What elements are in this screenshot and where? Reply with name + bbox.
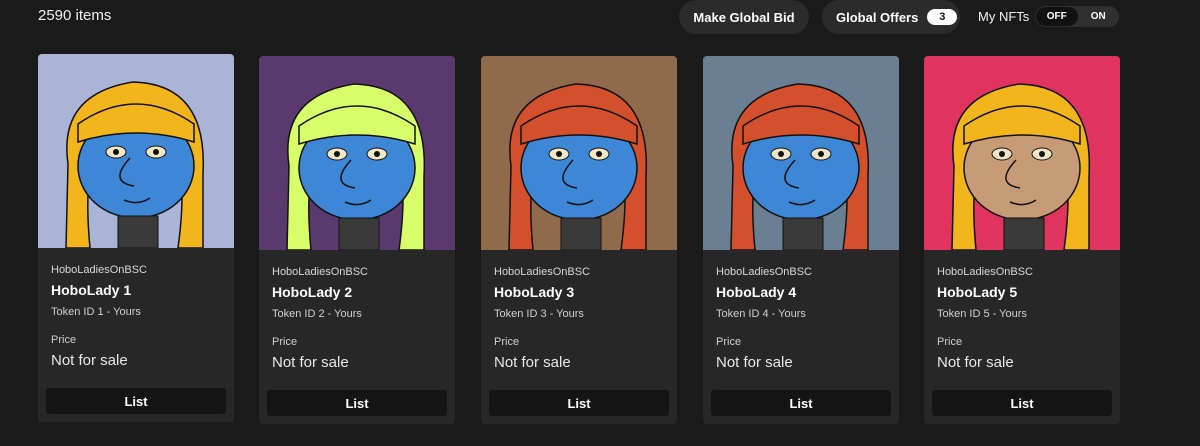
my-nfts-label: My NFTs — [978, 9, 1030, 24]
token-id: Token ID 3 - Yours — [494, 308, 584, 320]
global-offers-label: Global Offers — [836, 9, 919, 25]
nft-image[interactable] — [38, 54, 234, 248]
toggle-on-option[interactable]: ON — [1078, 7, 1120, 26]
hobo-lady-portrait — [259, 56, 455, 250]
collection-name: HoboLadiesOnBSC — [937, 266, 1034, 278]
make-global-bid-button[interactable]: Make Global Bid — [679, 0, 809, 34]
toggle-off-option[interactable]: OFF — [1036, 7, 1078, 26]
nft-card[interactable]: HoboLadiesOnBSC HoboLady 4 Token ID 4 - … — [703, 56, 899, 424]
list-button[interactable]: List — [489, 390, 669, 416]
hobo-lady-portrait — [703, 56, 899, 250]
nft-card[interactable]: HoboLadiesOnBSC HoboLady 1 Token ID 1 - … — [38, 54, 234, 422]
token-id: Token ID 5 - Yours — [937, 308, 1027, 320]
items-count: 2590 items — [38, 7, 112, 24]
price-label: Price — [494, 336, 520, 348]
price-value: Not for sale — [51, 352, 128, 369]
nft-card[interactable]: HoboLadiesOnBSC HoboLady 5 Token ID 5 - … — [924, 56, 1120, 424]
list-button[interactable]: List — [46, 388, 226, 414]
price-label: Price — [51, 334, 77, 346]
price-label: Price — [937, 336, 963, 348]
nft-name[interactable]: HoboLady 1 — [51, 282, 131, 298]
hobo-lady-portrait — [924, 56, 1120, 250]
collection-name: HoboLadiesOnBSC — [716, 266, 813, 278]
nft-name[interactable]: HoboLady 5 — [937, 284, 1017, 300]
token-id: Token ID 2 - Yours — [272, 308, 362, 320]
nft-name[interactable]: HoboLady 4 — [716, 284, 796, 300]
price-value: Not for sale — [937, 354, 1014, 371]
nft-image[interactable] — [259, 56, 455, 250]
hobo-lady-portrait — [481, 56, 677, 250]
list-button[interactable]: List — [267, 390, 447, 416]
hobo-lady-portrait — [38, 54, 234, 248]
list-button[interactable]: List — [932, 390, 1112, 416]
nft-name[interactable]: HoboLady 3 — [494, 284, 574, 300]
nft-image[interactable] — [703, 56, 899, 250]
price-label: Price — [272, 336, 298, 348]
token-id: Token ID 4 - Yours — [716, 308, 806, 320]
collection-name: HoboLadiesOnBSC — [272, 266, 369, 278]
price-value: Not for sale — [272, 354, 349, 371]
price-value: Not for sale — [494, 354, 571, 371]
nft-image[interactable] — [924, 56, 1120, 250]
nft-image[interactable] — [481, 56, 677, 250]
collection-name: HoboLadiesOnBSC — [494, 266, 591, 278]
price-value: Not for sale — [716, 354, 793, 371]
global-offers-button[interactable]: Global Offers 3 — [822, 0, 960, 34]
global-offers-count-badge: 3 — [927, 9, 958, 25]
nft-name[interactable]: HoboLady 2 — [272, 284, 352, 300]
collection-name: HoboLadiesOnBSC — [51, 264, 148, 276]
nft-card[interactable]: HoboLadiesOnBSC HoboLady 2 Token ID 2 - … — [259, 56, 455, 424]
top-bar: 2590 items Make Global Bid Global Offers… — [0, 0, 1200, 36]
nft-card[interactable]: HoboLadiesOnBSC HoboLady 3 Token ID 3 - … — [481, 56, 677, 424]
price-label: Price — [716, 336, 742, 348]
list-button[interactable]: List — [711, 390, 891, 416]
token-id: Token ID 1 - Yours — [51, 306, 141, 318]
my-nfts-toggle[interactable]: OFF ON — [1035, 6, 1119, 27]
